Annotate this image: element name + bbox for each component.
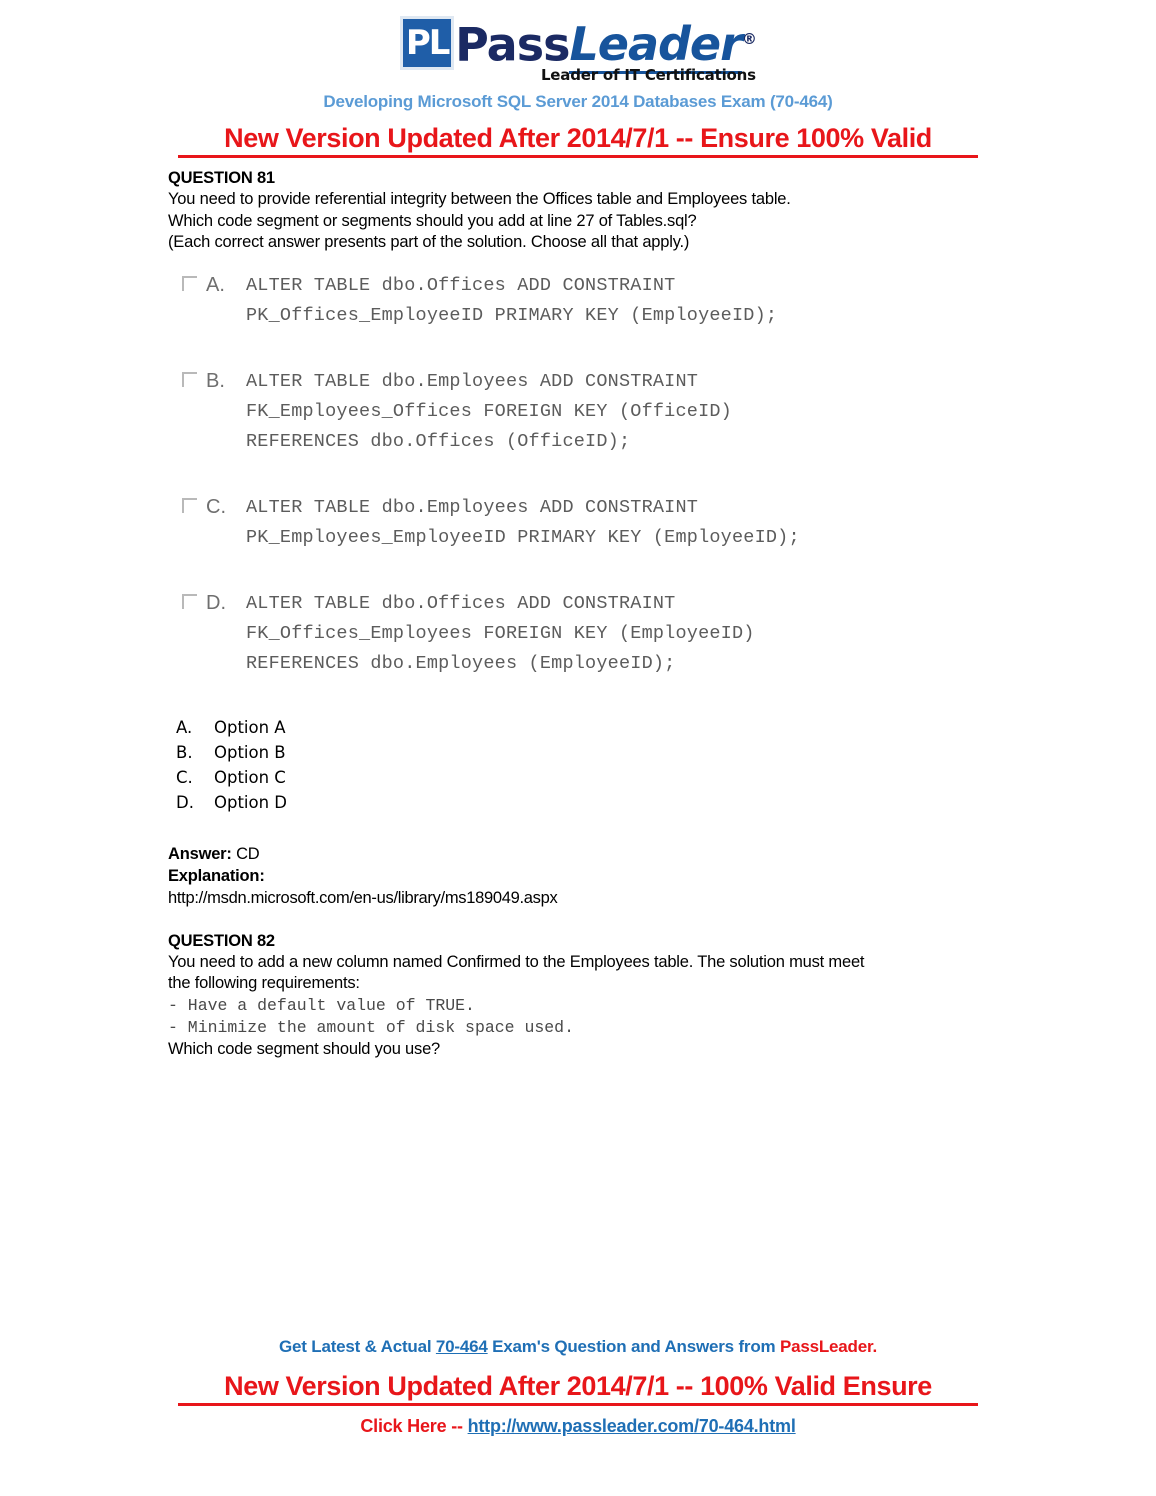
explanation-url: http://msdn.microsoft.com/en-us/library/… bbox=[168, 888, 558, 907]
checkbox-icon-d[interactable] bbox=[182, 593, 197, 609]
question-82-line-2: the following requirements: bbox=[168, 974, 360, 992]
site-logo: PL PassLeader® Leader of IT Certificatio… bbox=[0, 14, 1156, 84]
question-82-line-3: Which code segment should you use? bbox=[168, 1039, 441, 1058]
question-82-line-1: You need to add a new column named Confi… bbox=[168, 952, 865, 971]
code-option-a-code: ALTER TABLE dbo.Offices ADD CONSTRAINT P… bbox=[246, 274, 778, 326]
footer-banner: New Version Updated After 2014/7/1 -- 10… bbox=[178, 1371, 978, 1406]
pl-badge-text: PL bbox=[405, 23, 451, 63]
option-label-a: A. bbox=[176, 717, 193, 737]
question-81-line-2: Which code segment or segments should yo… bbox=[168, 211, 697, 230]
option-text-d: Option D bbox=[214, 792, 288, 812]
code-option-c[interactable]: C. ALTER TABLE dbo.Employees ADD CONSTRA… bbox=[182, 493, 1008, 553]
logo-row: PL PassLeader® Leader of IT Certificatio… bbox=[400, 14, 757, 84]
answer-label: Answer: bbox=[168, 844, 232, 863]
option-label-b: B. bbox=[176, 742, 193, 762]
code-options-image: A. ALTER TABLE dbo.Offices ADD CONSTRAIN… bbox=[182, 271, 1008, 679]
code-option-d-code: ALTER TABLE dbo.Offices ADD CONSTRAINT F… bbox=[246, 592, 755, 674]
question-81-title: QUESTION 81 bbox=[168, 169, 275, 187]
code-option-d-letter: D. bbox=[206, 591, 226, 614]
question-82-requirement-1: - Have a default value of TRUE. bbox=[168, 995, 475, 1015]
list-item: D. Option D bbox=[176, 790, 1008, 815]
code-option-b[interactable]: B. ALTER TABLE dbo.Employees ADD CONSTRA… bbox=[182, 367, 1008, 457]
pl-badge-icon: PL bbox=[400, 16, 455, 70]
answer-option-list: A. Option A B. Option B C. Option C D. O… bbox=[176, 715, 1008, 815]
logo-wordmark: PassLeader® Leader of IT Certifications bbox=[455, 14, 757, 84]
footer-click-line: Click Here -- http://www.passleader.com/… bbox=[0, 1416, 1156, 1437]
list-item: B. Option B bbox=[176, 740, 1008, 765]
list-item: C. Option C bbox=[176, 765, 1008, 790]
explanation-label-line: Explanation: bbox=[168, 865, 1008, 887]
question-82-section: QUESTION 82 You need to add a new column… bbox=[168, 931, 1008, 1061]
option-label-d: D. bbox=[176, 792, 194, 812]
option-label-c: C. bbox=[176, 767, 193, 787]
answer-line: Answer: CD bbox=[168, 843, 1008, 865]
option-text-a: Option A bbox=[214, 717, 286, 737]
question-82-requirement-2: - Minimize the amount of disk space used… bbox=[168, 1017, 574, 1037]
top-banner-text: New Version Updated After 2014/7/1 -- En… bbox=[224, 123, 932, 153]
footer-promo-part1: Get Latest & Actual bbox=[279, 1337, 436, 1356]
code-option-c-code: ALTER TABLE dbo.Employees ADD CONSTRAINT… bbox=[246, 496, 800, 548]
option-text-b: Option B bbox=[214, 742, 286, 762]
page-footer: Get Latest & Actual 70-464 Exam's Questi… bbox=[0, 1337, 1156, 1437]
registered-trademark-icon: ® bbox=[741, 30, 757, 48]
code-option-c-letter: C. bbox=[206, 495, 226, 518]
footer-brand: PassLeader. bbox=[779, 1337, 877, 1356]
answer-value: CD bbox=[236, 844, 260, 863]
explanation-label: Explanation: bbox=[168, 866, 265, 885]
code-option-a[interactable]: A. ALTER TABLE dbo.Offices ADD CONSTRAIN… bbox=[182, 271, 1008, 331]
option-text-c: Option C bbox=[214, 767, 286, 787]
footer-promo-line: Get Latest & Actual 70-464 Exam's Questi… bbox=[0, 1337, 1156, 1357]
code-option-b-letter: B. bbox=[206, 369, 225, 392]
code-option-d[interactable]: D. ALTER TABLE dbo.Offices ADD CONSTRAIN… bbox=[182, 589, 1008, 679]
exam-subtitle: Developing Microsoft SQL Server 2014 Dat… bbox=[323, 92, 833, 111]
question-82-title: QUESTION 82 bbox=[168, 931, 275, 950]
logo-main-text: PassLeader® bbox=[455, 14, 757, 75]
answer-section: Answer: CD Explanation: http://msdn.micr… bbox=[168, 843, 1008, 909]
checkbox-icon-a[interactable] bbox=[182, 275, 197, 291]
footer-banner-text: New Version Updated After 2014/7/1 -- 10… bbox=[224, 1371, 932, 1401]
question-81-line-3: (Each correct answer presents part of th… bbox=[168, 233, 690, 251]
footer-promo-part2: Exam's Question and Answers from bbox=[487, 1337, 780, 1356]
footer-banner-underline bbox=[178, 1403, 978, 1406]
code-option-b-code: ALTER TABLE dbo.Employees ADD CONSTRAINT… bbox=[246, 370, 732, 452]
document-body: QUESTION 81 You need to provide referent… bbox=[168, 168, 1008, 1060]
top-banner: New Version Updated After 2014/7/1 -- En… bbox=[178, 123, 978, 158]
code-option-a-letter: A. bbox=[206, 273, 225, 296]
footer-site-link[interactable]: http://www.passleader.com/70-464.html bbox=[468, 1416, 796, 1436]
footer-exam-code[interactable]: 70-464 bbox=[436, 1337, 488, 1356]
click-here-label: Click Here -- bbox=[360, 1416, 468, 1436]
logo-word-pass: Pass bbox=[455, 17, 570, 72]
checkbox-icon-c[interactable] bbox=[182, 497, 197, 513]
top-banner-underline bbox=[178, 155, 978, 158]
list-item: A. Option A bbox=[176, 715, 1008, 740]
question-81-line-1: You need to provide referential integrit… bbox=[168, 190, 791, 208]
checkbox-icon-b[interactable] bbox=[182, 371, 197, 387]
